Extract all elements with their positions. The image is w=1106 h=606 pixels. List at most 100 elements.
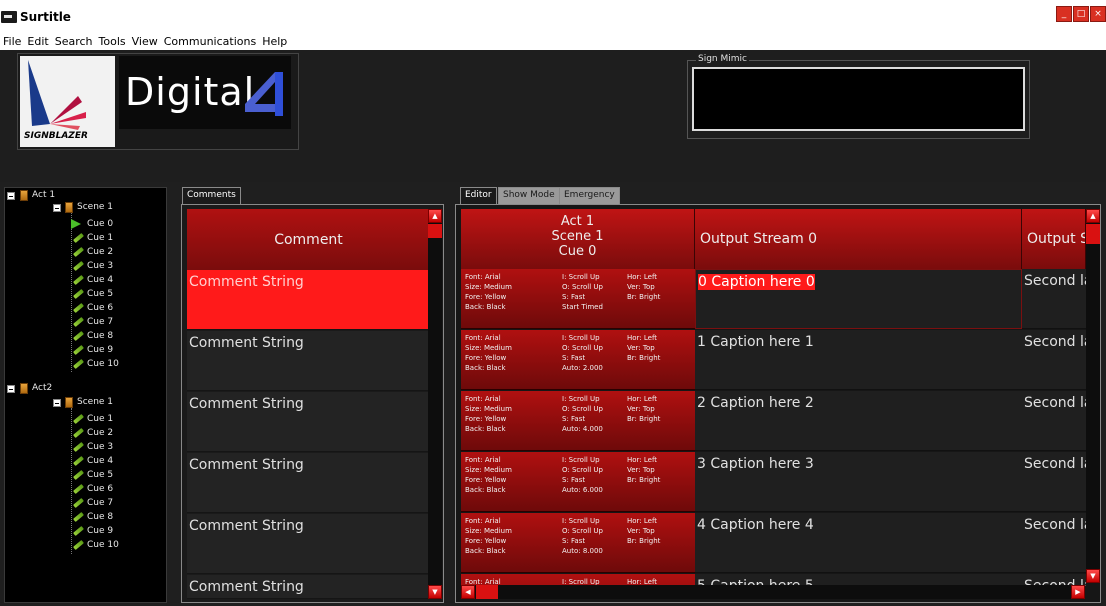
tab-editor[interactable]: Editor: [460, 187, 497, 204]
digital4-four-icon: [245, 72, 283, 116]
cue-row[interactable]: Font: Arial Size: Medium Fore: Yellow Back:…: [461, 513, 1086, 573]
tree-scene-1[interactable]: Scene 1: [77, 397, 113, 408]
tree-cue[interactable]: Cue 4: [87, 275, 113, 286]
tree-cue[interactable]: Cue 6: [87, 303, 113, 314]
menu-view[interactable]: View: [132, 33, 158, 50]
menu-help[interactable]: Help: [262, 33, 287, 50]
tree-cue[interactable]: Cue 7: [87, 317, 113, 328]
menu-tools[interactable]: Tools: [99, 33, 126, 50]
cue-row[interactable]: Font: Arial Size: Medium Fore: Yellow Back:…: [461, 269, 1086, 329]
caption-cell[interactable]: Second la: [1022, 269, 1086, 329]
pencil-icon: [73, 316, 85, 328]
caption-cell-selected[interactable]: 0 Caption here 0: [695, 269, 1022, 329]
scroll-thumb[interactable]: [1086, 224, 1100, 244]
setting-font: Font: Arial: [465, 517, 501, 525]
comment-column-header: Comment: [187, 209, 430, 270]
cue-header-scene: Scene 1: [551, 229, 604, 244]
caption-cell[interactable]: Second la: [1022, 330, 1086, 390]
minimize-icon[interactable]: _: [1056, 6, 1072, 22]
comment-row[interactable]: Comment String: [187, 575, 430, 599]
collapse-icon[interactable]: [53, 399, 61, 407]
collapse-icon[interactable]: [7, 192, 15, 200]
cue-row[interactable]: Font: Arial Size: Medium Fore: Yellow Back:…: [461, 330, 1086, 390]
setting-back: Back: Black: [465, 486, 506, 494]
tree-act-1[interactable]: Act 1: [32, 190, 55, 201]
caption-cell[interactable]: 3 Caption here 3: [695, 452, 1022, 512]
scroll-right-icon[interactable]: ▶: [1071, 585, 1085, 599]
tree-cue[interactable]: Cue 4: [87, 456, 113, 467]
tree-scene-1[interactable]: Scene 1: [77, 202, 113, 213]
tree-cue[interactable]: Cue 7: [87, 498, 113, 509]
tree-cue[interactable]: Cue 9: [87, 345, 113, 356]
scene-folder-icon: [65, 202, 73, 213]
tree-cue[interactable]: Cue 5: [87, 470, 113, 481]
tree-act-2[interactable]: Act2: [32, 383, 52, 394]
pencil-icon: [73, 483, 85, 495]
pencil-icon: [73, 455, 85, 467]
tab-show-mode[interactable]: Show Mode: [498, 187, 560, 204]
setting-hor: Hor: Left: [627, 334, 658, 342]
scroll-down-icon[interactable]: ▼: [428, 585, 442, 599]
editor-grid: Act 1 Scene 1 Cue 0 Output Stream 0 Outp…: [455, 204, 1101, 603]
tree-cue[interactable]: Cue 9: [87, 526, 113, 537]
comment-row[interactable]: Comment String: [187, 331, 430, 391]
tab-comments[interactable]: Comments: [182, 187, 241, 204]
tree-cue[interactable]: Cue 3: [87, 442, 113, 453]
comment-row[interactable]: Comment String: [187, 392, 430, 452]
tree-cue[interactable]: Cue 0: [87, 219, 113, 230]
setting-in: I: Scroll Up: [562, 334, 600, 342]
editor-horizontal-scrollbar[interactable]: ◀ ▶: [461, 585, 1085, 599]
tab-emergency[interactable]: Emergency: [559, 187, 620, 204]
tree-cue[interactable]: Cue 3: [87, 261, 113, 272]
current-cue-arrow-icon: [71, 219, 83, 229]
maximize-icon[interactable]: □: [1073, 6, 1089, 22]
caption-cell[interactable]: 1 Caption here 1: [695, 330, 1022, 390]
tree-cue[interactable]: Cue 10: [87, 359, 119, 370]
scroll-up-icon[interactable]: ▲: [428, 209, 442, 223]
tree-cue[interactable]: Cue 2: [87, 428, 113, 439]
digital4-wordmark: Digital: [125, 70, 256, 114]
setting-timing: Auto: 4.000: [562, 425, 603, 433]
tree-cue[interactable]: Cue 1: [87, 414, 113, 425]
tree-cue[interactable]: Cue 1: [87, 233, 113, 244]
caption-cell[interactable]: Second la: [1022, 391, 1086, 451]
cue-row[interactable]: Font: Arial Size: Medium Fore: Yellow Back:…: [461, 452, 1086, 512]
comment-row[interactable]: Comment String: [187, 514, 430, 574]
close-icon[interactable]: ×: [1090, 6, 1106, 22]
cue-settings: Font: Arial Size: Medium Fore: Yellow Back:…: [461, 513, 695, 573]
tree-cue[interactable]: Cue 2: [87, 247, 113, 258]
scene-folder-icon: [65, 397, 73, 408]
tree-cue[interactable]: Cue 10: [87, 540, 119, 551]
setting-font: Font: Arial: [465, 273, 501, 281]
setting-out: O: Scroll Up: [562, 527, 603, 535]
caption-cell[interactable]: Second la: [1022, 513, 1086, 573]
caption-cell[interactable]: 2 Caption here 2: [695, 391, 1022, 451]
caption-cell[interactable]: 4 Caption here 4: [695, 513, 1022, 573]
setting-ver: Ver: Top: [627, 405, 655, 413]
scroll-down-icon[interactable]: ▼: [1086, 569, 1100, 583]
comments-scrollbar[interactable]: ▲ ▼: [428, 209, 442, 599]
tree-cue[interactable]: Cue 8: [87, 331, 113, 342]
menu-file[interactable]: File: [3, 33, 21, 50]
collapse-icon[interactable]: [7, 385, 15, 393]
menu-edit[interactable]: Edit: [27, 33, 48, 50]
caption-cell[interactable]: Second la: [1022, 452, 1086, 512]
scroll-thumb[interactable]: [428, 224, 442, 238]
tree-cue[interactable]: Cue 6: [87, 484, 113, 495]
menu-search[interactable]: Search: [55, 33, 93, 50]
app-icon: [1, 11, 17, 23]
comment-row-selected[interactable]: Comment String: [187, 270, 430, 330]
setting-speed: S: Fast: [562, 537, 586, 545]
scroll-up-icon[interactable]: ▲: [1086, 209, 1100, 223]
setting-timing: Auto: 2.000: [562, 364, 603, 372]
scroll-thumb[interactable]: [476, 585, 498, 599]
menu-communications[interactable]: Communications: [164, 33, 256, 50]
comment-row[interactable]: Comment String: [187, 453, 430, 513]
editor-vertical-scrollbar[interactable]: ▲ ▼: [1086, 209, 1100, 583]
setting-br: Br: Bright: [627, 293, 661, 301]
tree-cue[interactable]: Cue 5: [87, 289, 113, 300]
cue-row[interactable]: Font: Arial Size: Medium Fore: Yellow Back:…: [461, 391, 1086, 451]
scroll-left-icon[interactable]: ◀: [461, 585, 475, 599]
tree-cue[interactable]: Cue 8: [87, 512, 113, 523]
collapse-icon[interactable]: [53, 204, 61, 212]
